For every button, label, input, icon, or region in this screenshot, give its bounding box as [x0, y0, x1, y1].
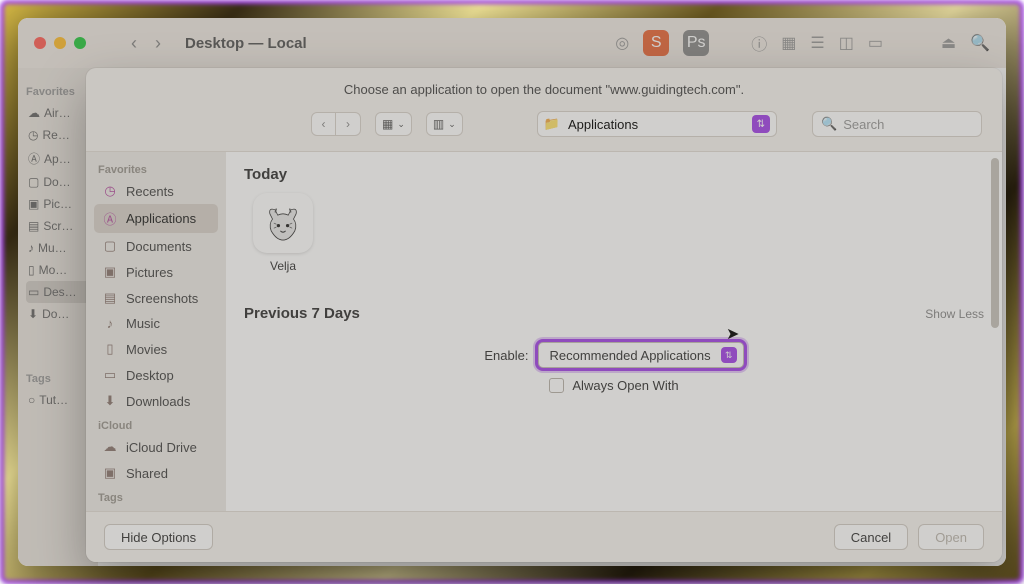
dim-overlay — [18, 18, 1006, 566]
finder-window-background: ‹ › Desktop — Local ◎ S Ps ⓘ ▦ ☰ ◫ ▭ ⏏ 🔍… — [18, 18, 1006, 566]
